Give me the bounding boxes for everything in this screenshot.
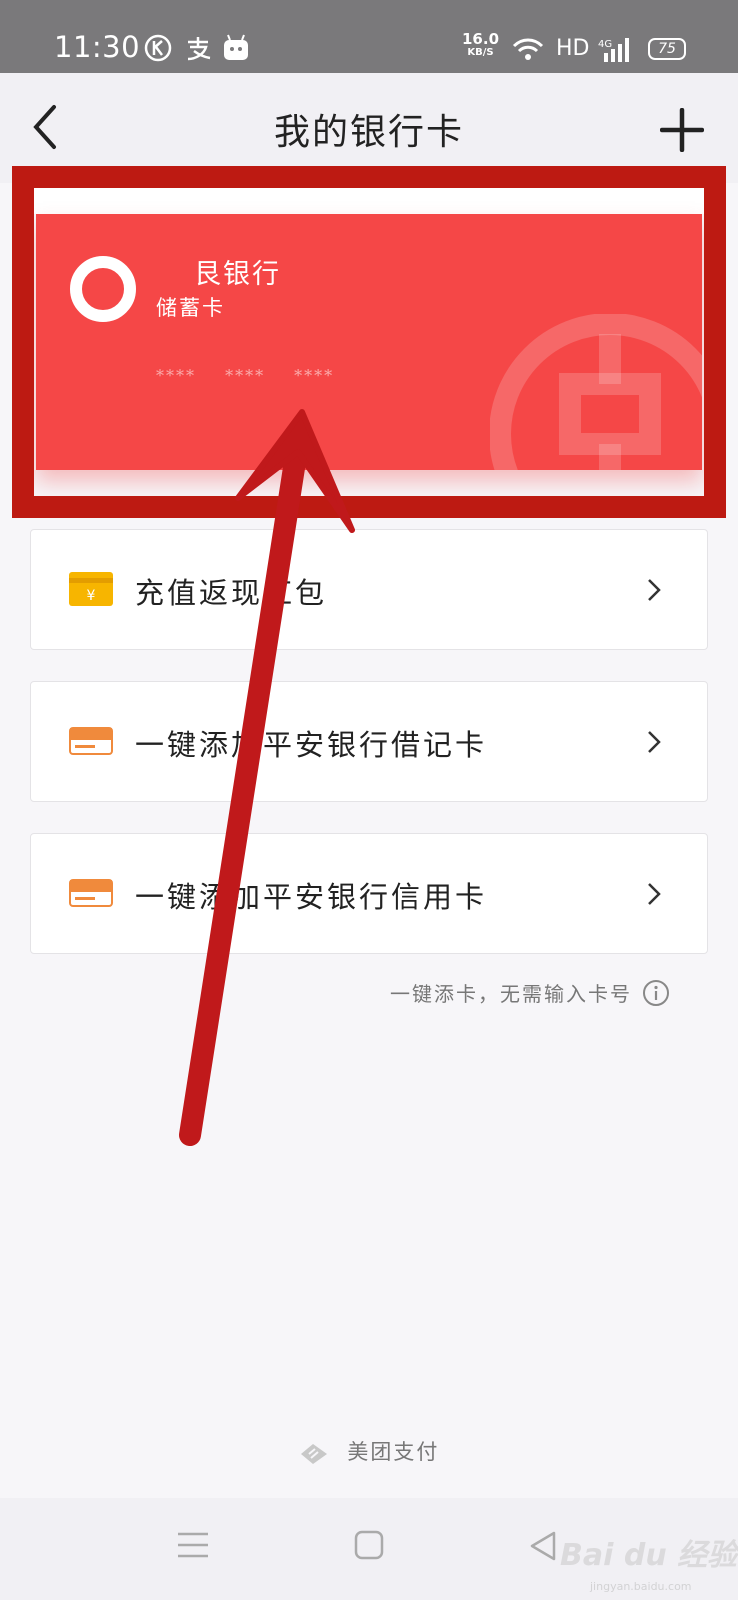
alipay-icon	[187, 37, 211, 61]
back-nav-icon[interactable]	[528, 1530, 558, 1562]
baidu-watermark-url: jingyan.baidu.com	[590, 1580, 692, 1593]
list-item-label: 一键添加平安银行信用卡	[135, 880, 488, 914]
network-type: HD	[556, 36, 590, 61]
robot-app-icon	[224, 34, 248, 60]
menu-icon[interactable]	[176, 1530, 210, 1560]
home-icon[interactable]	[354, 1530, 384, 1560]
k-app-icon	[144, 34, 172, 62]
battery-indicator: 75	[648, 38, 686, 60]
list-item-label: 一键添加平安银行借记卡	[135, 728, 488, 762]
list-item-label: 充值返现红包	[135, 576, 328, 610]
list-item-pingan-debit[interactable]: 一键添加平安银行借记卡	[30, 681, 708, 802]
add-card-button[interactable]	[660, 108, 704, 152]
footer-brand-label: 美团支付	[347, 1440, 440, 1464]
info-icon[interactable]	[642, 979, 670, 1007]
highlight-frame	[12, 166, 726, 518]
network-speed: 16.0 KB/S	[462, 30, 500, 59]
chevron-right-icon	[648, 883, 661, 905]
footer-brand: 美团支付	[0, 1436, 738, 1466]
hint-row: 一键添卡，无需输入卡号	[390, 978, 670, 1007]
page-title: 我的银行卡	[273, 112, 464, 153]
signal-icon: 4G	[598, 38, 629, 62]
hint-text: 一键添卡，无需输入卡号	[390, 982, 632, 1006]
svg-text:4G: 4G	[598, 39, 612, 50]
chevron-right-icon	[648, 579, 661, 601]
status-time: 11:30	[54, 30, 141, 64]
wifi-icon	[512, 38, 544, 60]
yuan-card-icon: ¥	[69, 572, 113, 606]
chevron-right-icon	[648, 731, 661, 753]
list-item-pingan-credit[interactable]: 一键添加平安银行信用卡	[30, 833, 708, 954]
list-item-recharge[interactable]: ¥ 充值返现红包	[30, 529, 708, 650]
pingan-card-icon	[69, 727, 113, 755]
pingan-card-icon	[69, 879, 113, 907]
baidu-watermark: Bai du 经验	[560, 1538, 738, 1573]
svg-text:¥: ¥	[87, 588, 96, 604]
status-bar: 11:30 16.0 KB/S HD 4G 75	[0, 0, 738, 73]
meituan-pay-icon	[300, 1443, 327, 1464]
